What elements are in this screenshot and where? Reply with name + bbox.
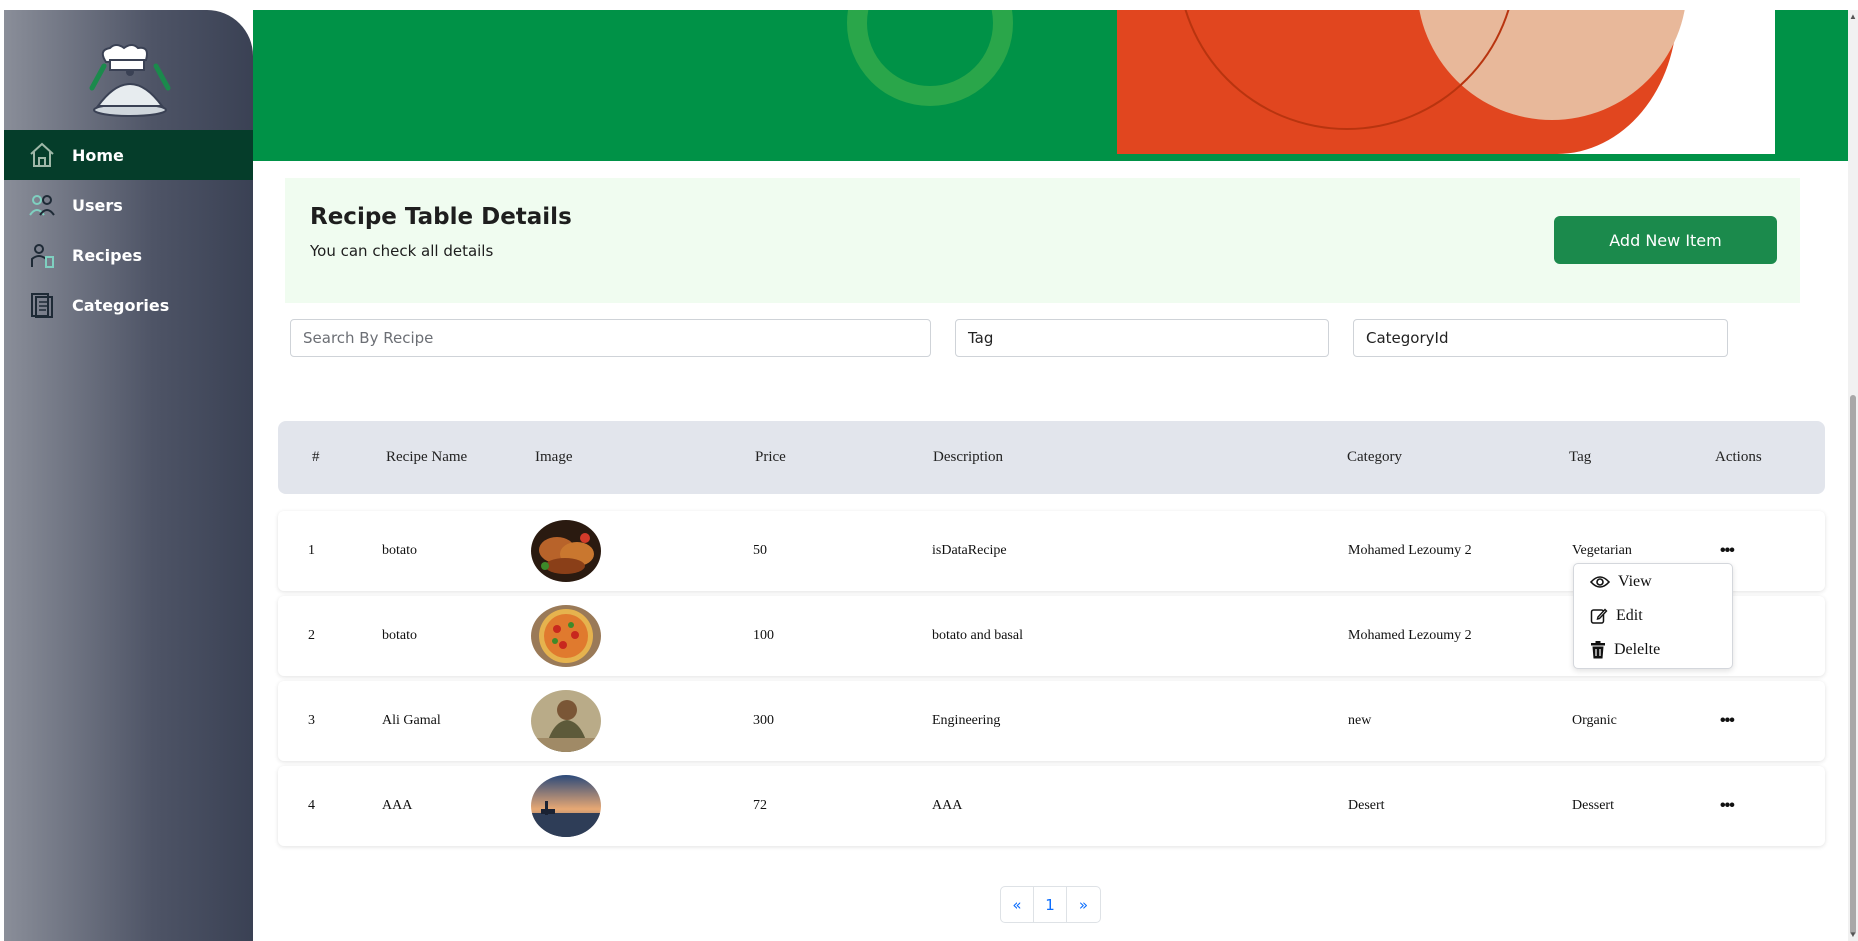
page-title: Recipe Table Details — [310, 204, 572, 230]
cell-name: AAA — [382, 798, 413, 813]
cell-price: 50 — [753, 543, 767, 558]
page-scrollbar[interactable]: ▲ ▼ — [1848, 10, 1858, 941]
recipe-image — [531, 775, 601, 837]
eye-icon — [1590, 576, 1610, 588]
sidebar-item-label: Categories — [72, 295, 170, 315]
recipe-image — [531, 605, 601, 667]
sidebar-item-home[interactable]: Home — [4, 130, 253, 180]
cell-description: isDataRecipe — [932, 543, 1007, 558]
menu-item-label: Edit — [1616, 607, 1643, 624]
cell-price: 300 — [753, 713, 774, 728]
sidebar-item-label: Users — [72, 195, 123, 215]
recipe-header-card: Recipe Table Details You can check all d… — [285, 178, 1800, 303]
column-header: Recipe Name — [386, 449, 468, 465]
column-header: Tag — [1569, 449, 1592, 465]
cell-category: new — [1348, 713, 1372, 728]
column-header: Price — [755, 449, 786, 465]
add-new-item-button[interactable]: Add New Item — [1554, 216, 1777, 264]
categories-icon — [28, 291, 56, 319]
banner-photo — [1117, 10, 1775, 154]
page-subtitle: You can check all details — [310, 242, 494, 260]
sidebar-item-users[interactable]: Users — [4, 180, 253, 230]
table-row: 3 Ali Gamal 300 Engineering new Organic … — [278, 681, 1825, 761]
sidebar-nav: Home Users Recipes Categories — [4, 130, 253, 330]
table-header: # Recipe Name Image Price Description Ca… — [278, 421, 1825, 494]
recipe-image — [531, 690, 601, 752]
row-actions-menu: View Edit Delelte — [1573, 563, 1733, 669]
tag-select[interactable]: Tag — [955, 319, 1329, 357]
cell-name: botato — [382, 628, 417, 643]
edit-icon — [1590, 608, 1608, 624]
sidebar-item-recipes[interactable]: Recipes — [4, 230, 253, 280]
recipe-image — [531, 520, 601, 582]
menu-item-label: View — [1618, 573, 1652, 590]
cell-num: 4 — [308, 798, 315, 813]
cell-num: 2 — [308, 628, 315, 643]
menu-item-edit[interactable]: Edit — [1590, 607, 1643, 625]
sidebar-item-categories[interactable]: Categories — [4, 280, 253, 330]
column-header: Description — [933, 449, 1003, 465]
scroll-up-icon[interactable]: ▲ — [1849, 12, 1857, 21]
menu-item-view[interactable]: View — [1590, 573, 1652, 591]
cell-description: botato and basal — [932, 628, 1023, 643]
sidebar-item-label: Home — [72, 145, 124, 165]
decorative-ring — [847, 10, 1013, 106]
users-icon — [28, 191, 56, 219]
cell-name: Ali Gamal — [382, 713, 441, 728]
sidebar: Home Users Recipes Categories — [4, 10, 253, 941]
cell-category: Mohamed Lezoumy 2 — [1348, 628, 1472, 643]
cell-price: 72 — [753, 798, 767, 813]
pagination-page[interactable]: 1 — [1034, 887, 1067, 922]
pagination: « 1 » — [1000, 886, 1101, 923]
menu-item-label: Delelte — [1614, 641, 1661, 658]
cell-description: Engineering — [932, 713, 1001, 728]
category-select[interactable]: CategoryId — [1353, 319, 1728, 357]
cell-name: botato — [382, 543, 417, 558]
menu-item-delete[interactable]: Delelte — [1590, 641, 1660, 659]
column-header: Image — [535, 449, 573, 465]
row-actions-button[interactable]: ••• — [1720, 681, 1735, 761]
cell-description: AAA — [932, 798, 963, 813]
cell-category: Mohamed Lezoumy 2 — [1348, 543, 1472, 558]
column-header: Category — [1347, 449, 1402, 465]
home-icon — [28, 141, 56, 169]
search-input[interactable] — [290, 319, 931, 357]
pagination-next[interactable]: » — [1067, 887, 1100, 922]
scroll-down-icon[interactable]: ▼ — [1849, 930, 1857, 939]
cell-category: Desert — [1348, 798, 1385, 813]
cell-num: 1 — [308, 543, 315, 558]
pagination-prev[interactable]: « — [1001, 887, 1034, 922]
column-header: # — [312, 449, 320, 465]
scrollbar-thumb[interactable] — [1850, 395, 1856, 935]
cell-tag: Organic — [1572, 713, 1617, 728]
row-actions-button[interactable]: ••• — [1720, 766, 1735, 846]
table-row: 4 AAA 72 AAA Desert Dessert ••• — [278, 766, 1825, 846]
cell-tag: Dessert — [1572, 798, 1614, 813]
hero-banner — [253, 10, 1848, 161]
cell-num: 3 — [308, 713, 315, 728]
sidebar-item-label: Recipes — [72, 245, 142, 265]
chef-logo-icon — [88, 44, 172, 120]
cell-price: 100 — [753, 628, 774, 643]
trash-icon — [1591, 641, 1605, 659]
recipes-icon — [28, 241, 56, 269]
column-header: Actions — [1715, 449, 1762, 465]
